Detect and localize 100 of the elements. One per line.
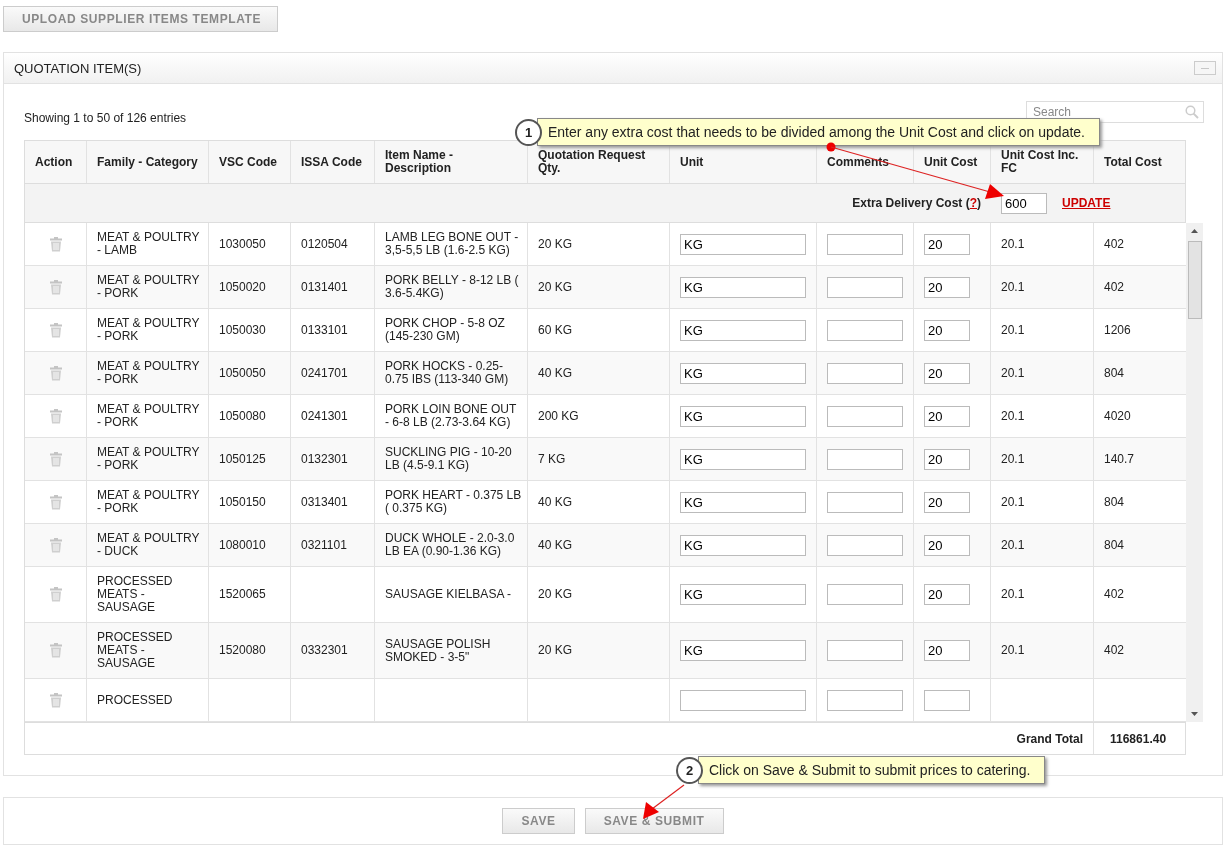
table-cell: 0131401 — [301, 280, 348, 294]
trash-icon[interactable] — [49, 236, 62, 252]
unit-cost-input[interactable]: 20 — [924, 534, 970, 556]
unit-input[interactable]: KG — [680, 276, 806, 298]
unit-cost-input[interactable] — [924, 689, 970, 711]
comments-input[interactable] — [827, 584, 903, 605]
comments-input[interactable] — [827, 534, 903, 556]
table-cell: 1050020 — [219, 280, 266, 294]
trash-icon[interactable] — [49, 692, 62, 708]
trash-icon[interactable] — [49, 587, 62, 602]
table-cell: 20.1 — [1001, 409, 1025, 423]
table-cell-text: PROCESSED MEATS - SAUSAGE — [97, 631, 174, 670]
unit-cost-input[interactable]: 20 — [924, 640, 970, 661]
unit-input[interactable]: KG — [680, 534, 806, 556]
step-number: 2 — [676, 756, 703, 784]
unit-input[interactable]: KG — [680, 362, 806, 384]
table-cell-text: PORK CHOP - 5-8 OZ (145-230 GM) — [385, 317, 506, 343]
table-cell: 1050150 — [219, 495, 266, 509]
unit-input[interactable]: KG — [680, 584, 806, 605]
search-icon — [1185, 105, 1199, 119]
table-cell: 20.1 — [1001, 452, 1025, 466]
table-cell: 1520065 — [219, 588, 266, 601]
comments-input[interactable] — [827, 689, 903, 711]
table-cell-text: MEAT & POULTRY - PORK — [97, 403, 201, 429]
table-cell: 200 KG — [538, 409, 579, 423]
comments-input[interactable] — [827, 405, 903, 427]
scroll-down-icon[interactable] — [1191, 712, 1198, 716]
trash-icon[interactable] — [49, 494, 62, 510]
column-header: Family - Category — [87, 141, 209, 183]
trash-icon[interactable] — [49, 322, 62, 338]
search-field[interactable]: Search — [1026, 101, 1204, 123]
scrollbar-thumb[interactable] — [1187, 241, 1202, 319]
table-cell: 20 KG — [538, 280, 573, 294]
table-cell: 804 — [1104, 495, 1125, 509]
column-header: ISSA Code — [291, 141, 375, 183]
table-cell: 1050125 — [219, 452, 266, 466]
unit-cost-input[interactable]: 20 — [924, 405, 970, 427]
table-cell: 0241301 — [301, 409, 348, 423]
table-cell: 402 — [1104, 280, 1125, 294]
comments-input[interactable] — [827, 233, 903, 255]
comments-input[interactable] — [827, 448, 903, 470]
table-cell: 1050030 — [219, 323, 266, 337]
unit-input[interactable]: KG — [680, 319, 806, 341]
table-cell-text: SUCKLING PIG - 10-20 LB (4.5-9.1 KG) — [385, 446, 513, 472]
unit-cost-input[interactable]: 20 — [924, 448, 970, 470]
unit-cost-input[interactable]: 20 — [924, 491, 970, 513]
table-cell: 20.1 — [1001, 495, 1025, 509]
table-cell: PORK HEART - 0.375 LB ( 0.375 KG) — [385, 489, 522, 515]
table-cell-text: SAUSAGE POLISH SMOKED - 3-5" — [385, 637, 492, 664]
unit-cost-input[interactable]: 20 — [924, 584, 970, 605]
table-cell: 402 — [1104, 237, 1125, 251]
table-cell: 804 — [1104, 538, 1125, 552]
comments-input[interactable] — [827, 640, 903, 661]
trash-icon[interactable] — [49, 537, 62, 553]
table-cell: 20.1 — [1001, 323, 1025, 337]
table-cell: 402 — [1104, 644, 1125, 657]
unit-input[interactable] — [680, 689, 806, 711]
table-cell-text: PORK HOCKS - 0.25-0.75 IBS (113-340 GM) — [385, 360, 510, 386]
unit-input[interactable]: KG — [680, 448, 806, 470]
table-cell-text: MEAT & POULTRY - PORK — [97, 489, 201, 515]
unit-input[interactable]: KG — [680, 405, 806, 427]
table-cell: 0313401 — [301, 495, 348, 509]
table-cell: SAUSAGE KIELBASA - — [385, 588, 512, 601]
table-cell: 0332301 — [301, 644, 348, 657]
trash-icon[interactable] — [49, 279, 62, 295]
trash-icon[interactable] — [49, 451, 62, 467]
trash-icon[interactable] — [49, 408, 62, 424]
table-cell: 20 KG — [538, 237, 573, 251]
unit-input[interactable]: KG — [680, 640, 806, 661]
column-header: Total Cost — [1103, 153, 1163, 171]
update-link[interactable]: UPDATE — [1062, 196, 1111, 210]
table-cell: 0120504 — [301, 237, 348, 251]
unit-input[interactable]: KG — [680, 233, 806, 255]
table-cell: PROCESSED — [97, 693, 173, 707]
table-cell-text: PORK LOIN BONE OUT - 6-8 LB (2.73-3.64 KG) — [385, 403, 518, 429]
unit-cost-input[interactable]: 20 — [924, 319, 970, 341]
table-cell: 20 KG — [538, 644, 573, 657]
extra-cost-input[interactable]: 600 — [1001, 192, 1047, 214]
table-cell: 4020 — [1104, 409, 1131, 423]
table-cell-text: MEAT & POULTRY - PORK — [97, 446, 201, 472]
trash-icon[interactable] — [49, 643, 62, 658]
panel-title: QUOTATION ITEM(S) — [14, 60, 142, 76]
table-cell: 20.1 — [1001, 538, 1025, 552]
table-cell: 1050050 — [219, 366, 266, 380]
table-cell: 0321101 — [301, 538, 347, 552]
comments-input[interactable] — [827, 276, 903, 298]
table-cell: 60 KG — [538, 323, 573, 337]
table-cell: 20.1 — [1001, 588, 1025, 601]
comments-input[interactable] — [827, 491, 903, 513]
comments-input[interactable] — [827, 362, 903, 384]
unit-cost-input[interactable]: 20 — [924, 233, 970, 255]
trash-icon[interactable] — [49, 365, 62, 381]
comments-input[interactable] — [827, 319, 903, 341]
grand-total-value: 116861.40 — [1093, 723, 1185, 754]
table-cell: 140.7 — [1104, 452, 1135, 466]
scroll-up-icon[interactable] — [1191, 229, 1198, 233]
unit-cost-input[interactable]: 20 — [924, 362, 970, 384]
unit-input[interactable]: KG — [680, 491, 806, 513]
unit-cost-input[interactable]: 20 — [924, 276, 970, 298]
scrollbar[interactable] — [1186, 223, 1203, 722]
